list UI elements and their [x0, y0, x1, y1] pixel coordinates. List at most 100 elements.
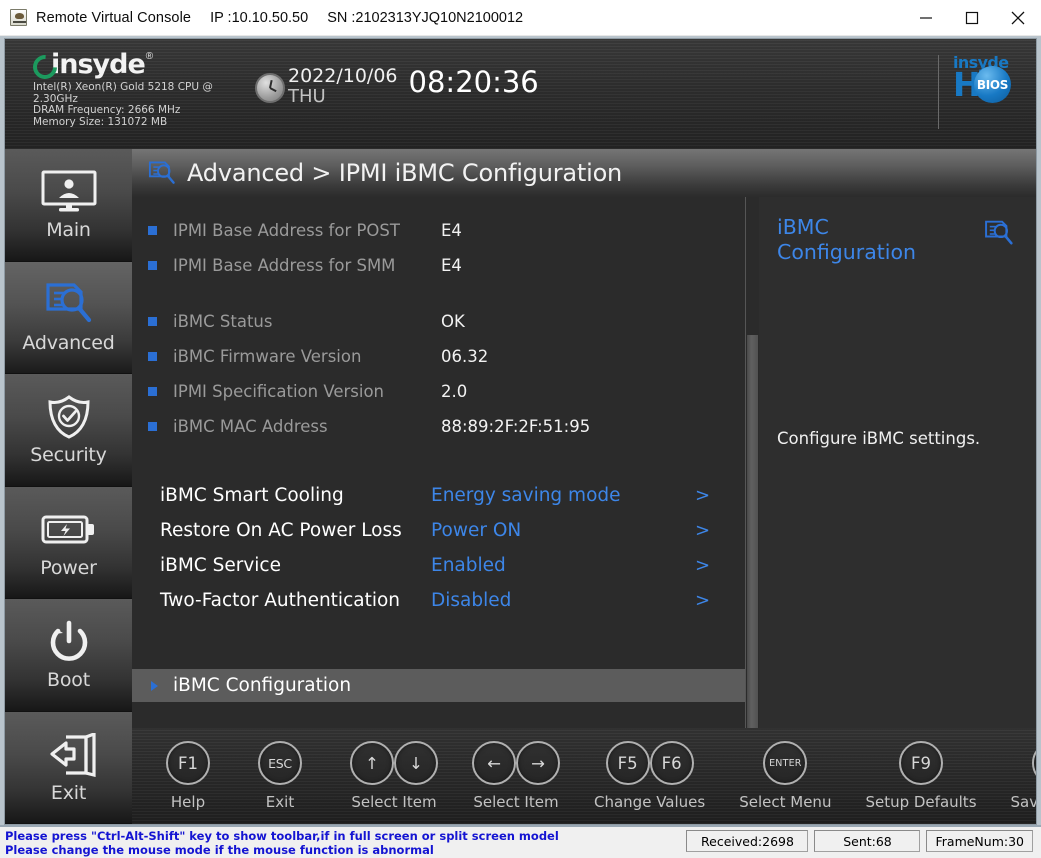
fkey-label: Setup Defaults: [865, 793, 976, 811]
function-key-bar: F1 Help ESC Exit: [132, 728, 1036, 824]
fkey-group-help[interactable]: F1 Help: [166, 741, 210, 811]
right-triangle-icon: [148, 681, 161, 691]
bios-console[interactable]: insyde ® Intel(R) Xeon(R) Gold 5218 CPU …: [4, 38, 1037, 825]
key-label: ESC: [268, 756, 292, 771]
chevron-right-icon[interactable]: >: [695, 485, 745, 506]
memory-info: Memory Size: 131072 MB: [33, 117, 218, 129]
status-bar: Please press "Ctrl-Alt-Shift" key to sho…: [0, 825, 1041, 858]
fkey-group-select-item-vertical[interactable]: ↑ ↓ Select Item: [350, 741, 438, 811]
chevron-right-icon[interactable]: >: [695, 555, 745, 576]
remote-console-window: Remote Virtual Console IP :10.10.50.50 S…: [0, 0, 1041, 858]
fkey-row: F10: [1032, 741, 1037, 785]
chevron-right-icon[interactable]: >: [695, 520, 745, 541]
key-label: ENTER: [769, 758, 802, 769]
fkey-group-save-exit[interactable]: F10 Save & Exit: [1011, 741, 1037, 811]
window-ip-label: IP :10.10.50.50: [210, 10, 308, 26]
info-value: E4: [441, 221, 462, 240]
submenu-row-ibmc-configuration[interactable]: iBMC Configuration: [132, 669, 745, 702]
info-label: iBMC Firmware Version: [173, 347, 441, 366]
key-f6[interactable]: F6: [650, 741, 694, 785]
current-weekday: THU: [288, 87, 398, 107]
key-arrow-up[interactable]: ↑: [350, 741, 394, 785]
sidebar-item-main[interactable]: Main: [5, 149, 132, 262]
key-arrow-left[interactable]: ←: [472, 741, 516, 785]
minimize-button[interactable]: [903, 0, 949, 36]
key-arrow-down[interactable]: ↓: [394, 741, 438, 785]
key-enter[interactable]: ENTER: [763, 741, 807, 785]
fkey-label: Select Item: [351, 793, 436, 811]
status-line-2: Please change the mouse mode if the mous…: [5, 843, 559, 857]
info-value: 88:89:2F:2F:51:95: [441, 417, 590, 436]
sidebar-item-power[interactable]: Power: [5, 487, 132, 600]
fkey-label: Help: [171, 793, 205, 811]
option-value[interactable]: Power ON: [431, 520, 695, 541]
sidebar-item-security[interactable]: Security: [5, 374, 132, 487]
info-value: OK: [441, 312, 465, 331]
info-label: iBMC MAC Address: [173, 417, 441, 436]
option-row-two-factor-authentication[interactable]: Two-Factor Authentication Disabled >: [132, 583, 745, 618]
scrollbar-thumb[interactable]: [747, 335, 758, 728]
fkey-row: F1: [166, 741, 210, 785]
maximize-button[interactable]: [949, 0, 995, 36]
chevron-right-icon[interactable]: >: [695, 590, 745, 611]
bios-content: Advanced > IPMI iBMC Configuration IPMI …: [132, 149, 1036, 824]
sidebar-item-boot[interactable]: Boot: [5, 599, 132, 712]
help-description: Configure iBMC settings.: [777, 428, 1020, 449]
key-arrow-right[interactable]: →: [516, 741, 560, 785]
fkey-label: Select Menu: [739, 793, 831, 811]
sidebar-label-advanced: Advanced: [22, 332, 114, 354]
fkey-row: ESC: [258, 741, 302, 785]
document-search-icon: [38, 281, 100, 329]
info-row: iBMC Status OK: [132, 304, 745, 339]
insyde-brand: insyde ® Intel(R) Xeon(R) Gold 5218 CPU …: [33, 50, 218, 128]
bios-sidebar: Main Advanced: [5, 149, 132, 824]
fkey-group-change-values[interactable]: F5 F6 Change Values: [594, 741, 705, 811]
fkey-row: F9: [899, 741, 943, 785]
info-row: IPMI Specification Version 2.0: [132, 374, 745, 409]
key-label: ↑: [365, 754, 379, 773]
key-f10[interactable]: F10: [1032, 741, 1037, 785]
current-time: 08:20:36: [409, 65, 539, 99]
option-value[interactable]: Energy saving mode: [431, 485, 695, 506]
fkey-group-exit[interactable]: ESC Exit: [258, 741, 302, 811]
insyde-swirl-icon: [33, 54, 50, 76]
option-row-ibmc-smart-cooling[interactable]: iBMC Smart Cooling Energy saving mode >: [132, 478, 745, 513]
option-row-restore-on-ac-power-loss[interactable]: Restore On AC Power Loss Power ON >: [132, 513, 745, 548]
counter-received: Received:2698: [686, 830, 808, 852]
clock-icon: [255, 73, 285, 103]
page-title: Advanced > IPMI iBMC Configuration: [187, 159, 622, 187]
fkey-group-select-item-horizontal[interactable]: ← → Select Item: [472, 741, 560, 811]
option-value[interactable]: Disabled: [431, 590, 695, 611]
settings-scrollbar[interactable]: [745, 197, 759, 728]
option-value[interactable]: Enabled: [431, 555, 695, 576]
fkey-label: Change Values: [594, 793, 705, 811]
counter-framenum: FrameNum:30: [926, 830, 1033, 852]
option-label: iBMC Smart Cooling: [160, 485, 431, 506]
fkey-row: F5 F6: [606, 741, 694, 785]
exit-door-icon: [38, 731, 100, 779]
info-row: IPMI Base Address for POST E4: [132, 213, 745, 248]
current-date: 2022/10/06: [288, 66, 398, 87]
bios-body: Main Advanced: [5, 149, 1036, 824]
key-f1[interactable]: F1: [166, 741, 210, 785]
help-header: iBMC Configuration: [777, 215, 1016, 265]
fkey-row: ENTER: [763, 741, 807, 785]
key-f9[interactable]: F9: [899, 741, 943, 785]
close-button[interactable]: [995, 0, 1041, 36]
console-frame: insyde ® Intel(R) Xeon(R) Gold 5218 CPU …: [0, 36, 1041, 825]
date-column: 2022/10/06 THU: [288, 66, 398, 107]
bullet-icon: [148, 226, 157, 235]
bullet-icon: [148, 261, 157, 270]
key-label: ↓: [409, 754, 423, 773]
option-label: Two-Factor Authentication: [160, 590, 431, 611]
settings-list: IPMI Base Address for POST E4 IPMI Base …: [132, 197, 745, 728]
fkey-group-setup-defaults[interactable]: F9 Setup Defaults: [865, 741, 976, 811]
help-panel: iBMC Configuration: [759, 197, 1036, 728]
sidebar-item-exit[interactable]: Exit: [5, 712, 132, 825]
fkey-group-select-menu[interactable]: ENTER Select Menu: [739, 741, 831, 811]
key-esc[interactable]: ESC: [258, 741, 302, 785]
sidebar-item-advanced[interactable]: Advanced: [5, 262, 132, 375]
key-f5[interactable]: F5: [606, 741, 650, 785]
option-row-ibmc-service[interactable]: iBMC Service Enabled >: [132, 548, 745, 583]
insyde-h2o-bios-logo: insyde H 2 BIOS: [938, 55, 1016, 129]
